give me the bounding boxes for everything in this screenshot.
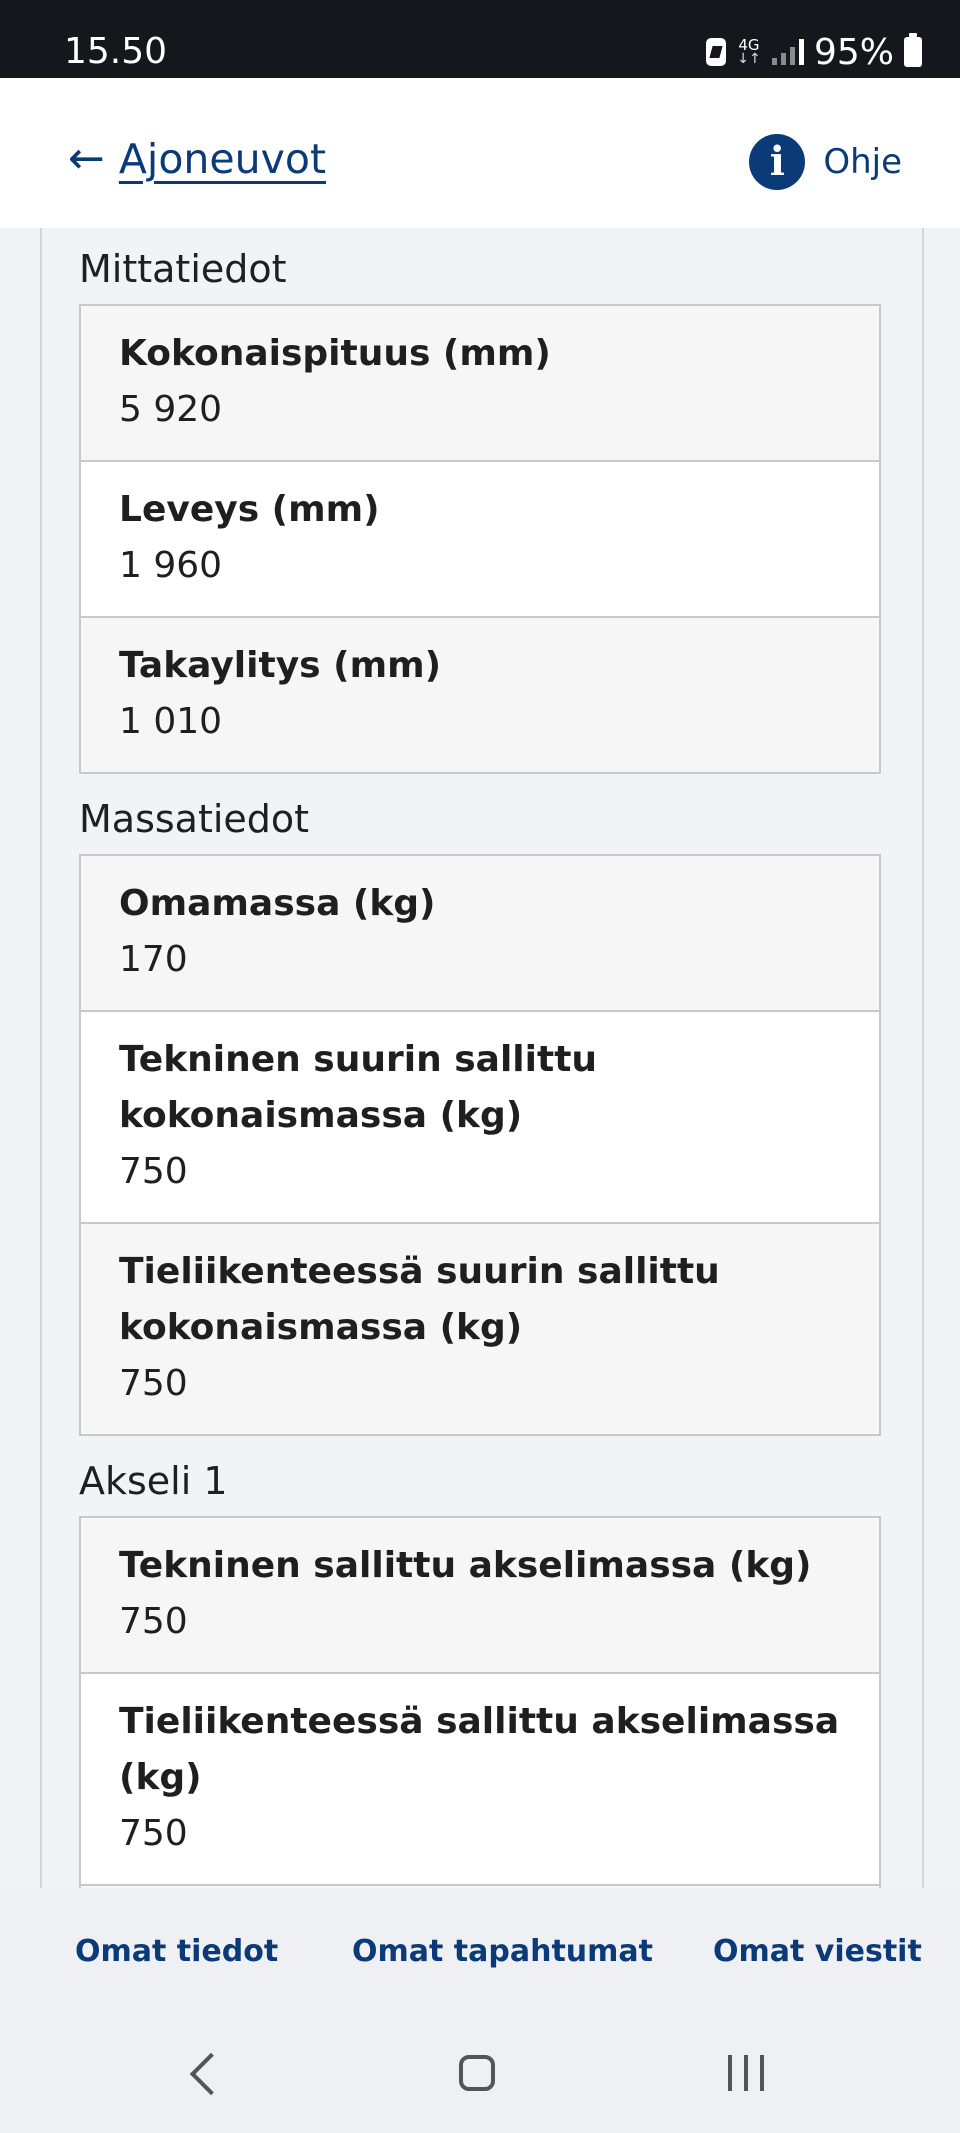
row-value: 5 920	[119, 389, 223, 430]
row-value: 750	[119, 1151, 188, 1192]
table-row: Tekninen suurin sallittu kokonaismassa (…	[81, 1010, 879, 1222]
row-label: Omamassa (kg)	[119, 883, 436, 924]
table-row: Takaylitys (mm) 1 010	[81, 616, 879, 772]
status-icons: 4G ↓↑ 95%	[705, 30, 922, 74]
arrow-left-icon: ←	[68, 133, 105, 184]
row-label: Tieliikenteessä suurin sallittu kokonais…	[119, 1251, 720, 1348]
signal-strength-icon	[771, 39, 804, 65]
table-row: Tieliikenteessä sallittu akselimassa (kg…	[81, 1672, 879, 1884]
nav-omat-tiedot[interactable]: Omat tiedot	[75, 1934, 278, 1969]
status-bar: 15.50 4G ↓↑ 95%	[0, 0, 960, 78]
row-label: Leveys (mm)	[119, 489, 380, 530]
info-icon: i	[749, 134, 806, 190]
row-label: Tekninen sallittu akselimassa (kg)	[119, 1545, 812, 1586]
table-row: Tieliikenteessä suurin sallittu kokonais…	[81, 1222, 879, 1434]
row-value: 750	[119, 1813, 188, 1854]
section-title-mittatiedot: Mittatiedot	[79, 247, 287, 291]
row-value: 170	[119, 939, 188, 980]
system-navigation-bar	[0, 2023, 960, 2133]
row-value: 1 960	[119, 545, 223, 586]
table-row: Leveys (mm) 1 960	[81, 460, 879, 616]
status-time: 15.50	[64, 31, 168, 72]
row-value: 1 010	[119, 701, 223, 742]
battery-icon	[904, 33, 922, 67]
table-row: Tekninen sallittu akselimassa (kg) 750	[81, 1518, 879, 1672]
section-table-massatiedot: Omamassa (kg) 170 Tekninen suurin sallit…	[79, 854, 881, 1436]
section-table-akseli-1: Tekninen sallittu akselimassa (kg) 750 T…	[79, 1516, 881, 1888]
table-row: Kokonaispituus (mm) 5 920	[81, 306, 879, 460]
nav-omat-viestit[interactable]: Omat viestit	[713, 1934, 922, 1969]
section-title-massatiedot: Massatiedot	[79, 797, 310, 841]
battery-percent: 95%	[813, 31, 894, 73]
network-4g-icon: 4G ↓↑	[737, 36, 761, 67]
row-label: Takaylitys (mm)	[119, 645, 442, 686]
system-back-icon[interactable]	[189, 2052, 233, 2096]
row-value: 750	[119, 1363, 188, 1404]
nav-omat-tapahtumat[interactable]: Omat tapahtumat	[352, 1934, 653, 1969]
power-saving-icon	[705, 38, 726, 66]
table-row: Omamassa (kg) 170	[81, 856, 879, 1010]
bottom-navigation: Omat tiedot Omat tapahtumat Omat viestit	[0, 1888, 960, 2023]
help-button[interactable]: i Ohje	[749, 134, 902, 190]
row-label: Kokonaispituus (mm)	[119, 333, 551, 374]
app-header: ← Ajoneuvot i Ohje	[0, 78, 960, 228]
row-label: Tekninen suurin sallittu kokonaismassa (…	[119, 1039, 598, 1136]
help-label: Ohje	[823, 142, 902, 182]
section-table-mittatiedot: Kokonaispituus (mm) 5 920 Leveys (mm) 1 …	[79, 304, 881, 774]
section-title-akseli-1: Akseli 1	[79, 1459, 228, 1503]
system-home-icon[interactable]	[459, 2055, 495, 2091]
row-value: 750	[119, 1601, 188, 1642]
back-link-label: Ajoneuvot	[118, 135, 327, 183]
row-label: Tieliikenteessä sallittu akselimassa (kg…	[119, 1701, 840, 1798]
system-recents-icon[interactable]	[728, 2055, 764, 2091]
vehicle-details-content[interactable]: Mittatiedot Kokonaispituus (mm) 5 920 Le…	[0, 228, 960, 1888]
back-link[interactable]: ← Ajoneuvot	[68, 134, 326, 184]
